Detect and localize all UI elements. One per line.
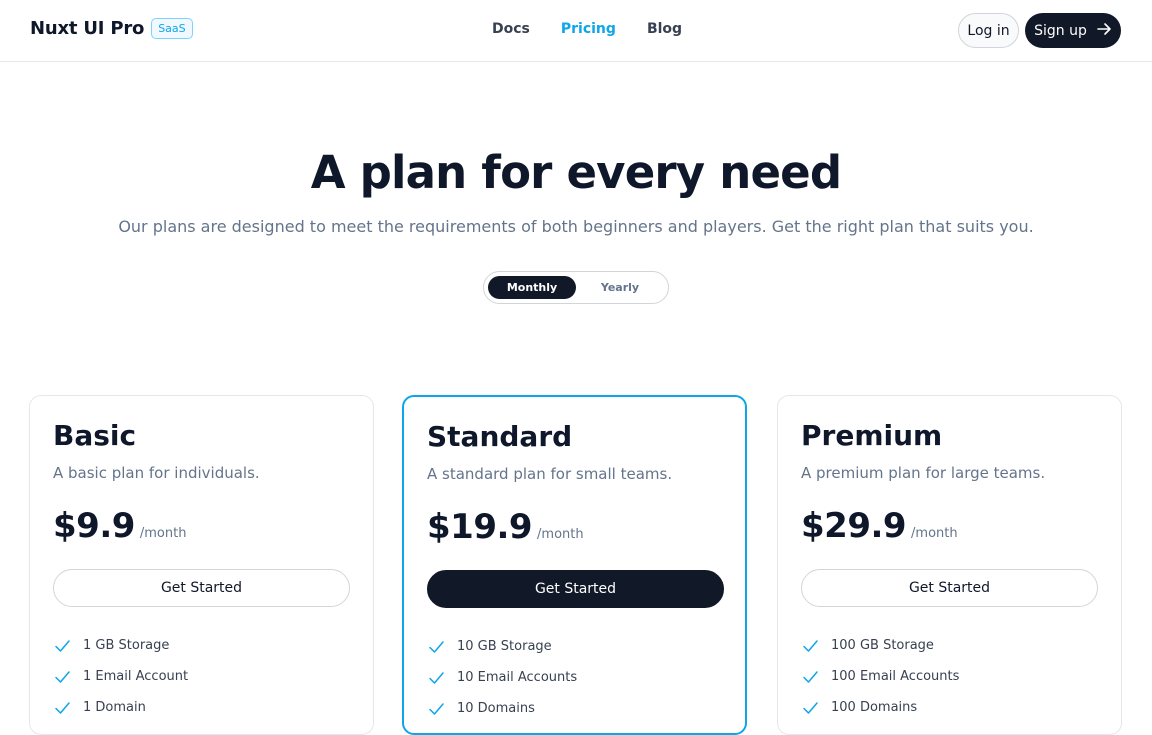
get-started-button[interactable]: Get Started	[53, 569, 350, 607]
feature-list: 1 GB Storage 1 Email Account 1 Domain	[53, 630, 188, 723]
plan-card-premium: Premium A premium plan for large teams. …	[777, 395, 1122, 735]
plan-card-standard: Standard A standard plan for small teams…	[402, 395, 747, 735]
check-icon	[429, 640, 444, 653]
main-nav: Docs Pricing Blog	[492, 21, 682, 37]
check-icon	[55, 670, 70, 683]
feature-item: 1 Domain	[53, 692, 188, 723]
top-navbar: Nuxt UI Pro SaaS Docs Pricing Blog Log i…	[0, 0, 1152, 62]
brand[interactable]: Nuxt UI Pro SaaS	[30, 18, 193, 39]
plan-description: A basic plan for individuals.	[53, 464, 260, 482]
billing-toggle: Monthly Yearly	[483, 271, 669, 304]
feature-item: 1 GB Storage	[53, 630, 188, 661]
feature-label: 1 Domain	[83, 700, 146, 715]
plan-name: Premium	[801, 419, 943, 452]
page-subtitle: Our plans are designed to meet the requi…	[118, 217, 1034, 236]
signup-button[interactable]: Sign up	[1025, 13, 1121, 48]
plan-period: /month	[911, 526, 958, 541]
plan-description: A premium plan for large teams.	[801, 464, 1046, 482]
check-icon	[803, 639, 818, 652]
get-started-button[interactable]: Get Started	[801, 569, 1098, 607]
check-icon	[55, 639, 70, 652]
saas-badge: SaaS	[151, 18, 193, 39]
nav-link-docs[interactable]: Docs	[492, 21, 530, 37]
feature-label: 100 Email Accounts	[831, 669, 960, 684]
plan-price: $9.9	[53, 506, 135, 546]
plan-period: /month	[537, 527, 584, 542]
feature-label: 10 Email Accounts	[457, 670, 578, 685]
price-row: $19.9 /month	[427, 507, 584, 547]
plan-name: Standard	[427, 420, 573, 453]
price-row: $29.9 /month	[801, 506, 958, 546]
feature-list: 100 GB Storage 100 Email Accounts 100 Do…	[801, 630, 959, 723]
feature-item: 10 Email Accounts	[427, 662, 577, 693]
feature-label: 100 GB Storage	[831, 638, 934, 653]
feature-label: 1 Email Account	[83, 669, 189, 684]
feature-item: 100 Domains	[801, 692, 959, 723]
feature-label: 100 Domains	[831, 700, 918, 715]
brand-name[interactable]: Nuxt UI Pro	[30, 18, 144, 39]
plan-price: $29.9	[801, 506, 907, 546]
page-title: A plan for every need	[310, 146, 842, 199]
feature-list: 10 GB Storage 10 Email Accounts 10 Domai…	[427, 631, 577, 724]
feature-item: 10 GB Storage	[427, 631, 577, 662]
toggle-yearly[interactable]: Yearly	[576, 276, 664, 299]
signup-label: Sign up	[1034, 22, 1087, 39]
login-button[interactable]: Log in	[958, 13, 1019, 48]
arrow-right-icon	[1096, 21, 1112, 41]
check-icon	[429, 702, 444, 715]
feature-item: 10 Domains	[427, 693, 577, 724]
check-icon	[429, 671, 444, 684]
feature-item: 1 Email Account	[53, 661, 188, 692]
check-icon	[803, 701, 818, 714]
plan-name: Basic	[53, 419, 137, 452]
price-row: $9.9 /month	[53, 506, 186, 546]
feature-item: 100 GB Storage	[801, 630, 959, 661]
feature-label: 1 GB Storage	[83, 638, 170, 653]
feature-item: 100 Email Accounts	[801, 661, 959, 692]
plan-description: A standard plan for small teams.	[427, 465, 673, 483]
get-started-button[interactable]: Get Started	[427, 570, 724, 608]
feature-label: 10 Domains	[457, 701, 535, 716]
plan-period: /month	[139, 526, 187, 541]
login-label: Log in	[967, 22, 1010, 39]
toggle-monthly[interactable]: Monthly	[488, 276, 576, 299]
check-icon	[803, 670, 818, 683]
plan-price: $19.9	[427, 507, 533, 547]
check-icon	[55, 701, 70, 714]
plan-card-basic: Basic A basic plan for individuals. $9.9…	[29, 395, 374, 735]
nav-link-blog[interactable]: Blog	[647, 21, 682, 37]
feature-label: 10 GB Storage	[457, 639, 552, 654]
nav-link-pricing[interactable]: Pricing	[561, 21, 616, 37]
